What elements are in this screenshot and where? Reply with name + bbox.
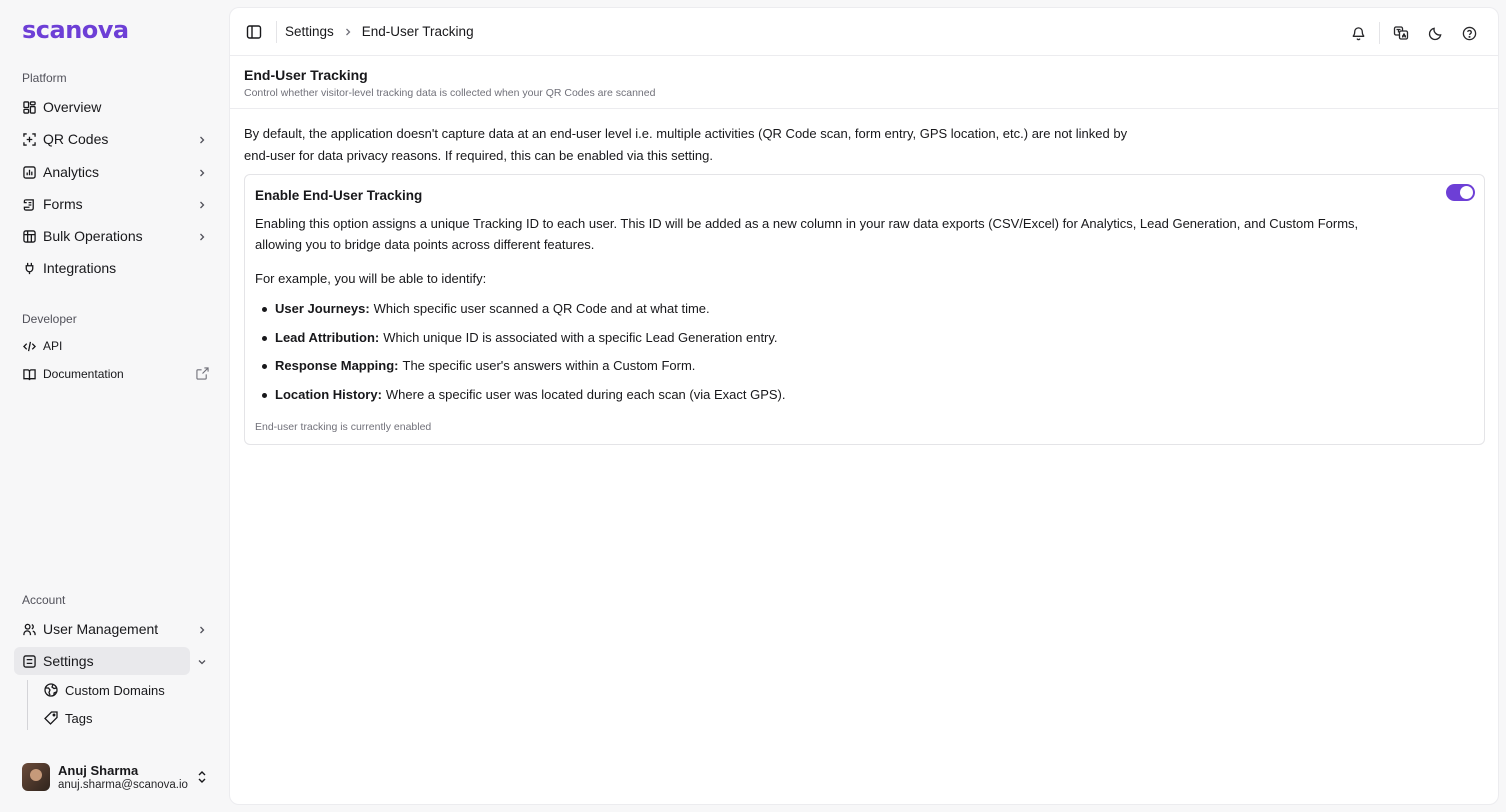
topbar-divider [276,21,277,43]
page-subtitle: Control whether visitor-level tracking d… [244,87,656,99]
tag-icon [44,711,58,725]
card-title: Enable End-User Tracking [255,188,423,203]
notification-bell-icon[interactable] [1349,24,1367,42]
chevron-right-icon [196,133,208,145]
page-title: End-User Tracking [244,67,368,83]
scanova-logo[interactable]: scanova [22,16,129,44]
section-label-developer: Developer [22,312,77,326]
bullet-dot [262,306,267,312]
bullet-text: Which unique ID is associated with a spe… [383,329,778,345]
bar-chart-icon [22,165,36,179]
sidebar-item-analytics[interactable]: Analytics [14,158,214,186]
plug-icon [22,261,36,275]
sidebar-item-label: User Management [43,621,159,637]
chevron-right-icon [196,198,208,210]
globe-icon [44,683,58,697]
chevron-right-icon [196,230,208,242]
sidebar-item-qr-codes[interactable]: QR Codes [14,125,214,153]
sidebar: scanova Platform Overview QR Codes Analy… [0,0,228,812]
bullet-term: Location History: [275,387,382,403]
settings-panel-icon [22,654,36,668]
sidebar-item-label: Bulk Operations [43,228,143,244]
bullet-text: Which specific user scanned a QR Code an… [373,301,710,316]
list-item: User Journeys: Which specific user scanne… [255,295,785,324]
topbar: Settings End-User Tracking [230,8,1498,56]
overview-grid-icon [22,100,36,114]
bullet-dot [262,364,267,370]
sidebar-item-settings[interactable]: Settings [14,647,206,675]
user-email: anuj.sharma@scanova.io [58,778,188,791]
user-menu[interactable]: Anuj Sharma anuj.sharma@scanova.io [22,761,218,793]
topbar-separator [1379,22,1380,44]
book-icon [22,367,36,381]
card-description: Enabling this option assigns a unique Tr… [255,216,1359,252]
sidebar-item-integrations[interactable]: Integrations [14,254,214,282]
sidebar-item-api[interactable]: API [14,332,214,360]
sidebar-item-label: Forms [43,196,83,212]
sidebar-item-user-management[interactable]: User Management [14,615,214,643]
sidebar-item-label: API [43,339,63,353]
qr-code-icon [22,132,36,146]
sidebar-item-label: Documentation [43,367,124,381]
code-icon [22,339,36,353]
toggle-knob [1460,186,1473,199]
bullet-term: Response Mapping: [275,358,399,374]
end-user-tracking-toggle[interactable] [1446,184,1475,201]
bullet-text: Where a specific user was located during… [385,387,786,403]
breadcrumb-settings-link[interactable]: Settings [285,24,334,39]
sidebar-subitem-tags[interactable]: Tags [36,705,92,731]
section-label-platform: Platform [22,71,67,85]
sidebar-item-overview[interactable]: Overview [14,93,214,121]
bullet-term: Lead Attribution: [275,329,380,345]
chevron-right-icon [343,27,353,37]
form-scroll-icon [22,197,36,211]
list-item: Response Mapping: The specific user's ans… [255,352,785,381]
benefits-list: User Journeys: Which specific user scanne… [255,295,785,410]
language-translate-icon[interactable] [1392,24,1410,42]
sidebar-item-label: Overview [43,99,102,115]
toggle-sidebar-button[interactable] [245,23,263,41]
list-item: Location History: Where a specific user w… [255,381,785,410]
sidebar-subitem-label: Custom Domains [65,682,165,698]
sidebar-item-label: Analytics [43,164,100,180]
sidebar-item-bulk-operations[interactable]: Bulk Operations [14,222,214,250]
chevron-down-icon [196,655,208,667]
intro-line: By default, the application doesn't capt… [244,126,1128,141]
breadcrumb-current: End-User Tracking [361,24,474,39]
tracking-status-text: End-user tracking is currently enabled [255,421,432,433]
breadcrumb: Settings End-User Tracking [285,24,474,39]
topbar-actions [1349,22,1478,44]
dark-mode-moon-icon[interactable] [1426,24,1444,42]
package-icon [22,229,36,243]
sidebar-item-label: Settings [43,653,94,669]
intro-text: By default, the application doesn't capt… [244,123,1184,167]
tracking-settings-card: Enable End-User Tracking Enabling this o… [244,174,1485,445]
help-circle-icon[interactable] [1460,24,1478,42]
bullet-text: The specific user's answers within a Cus… [402,358,696,374]
external-link-icon [196,367,209,380]
bullet-term: User Journeys: [275,301,370,316]
sidebar-item-documentation[interactable]: Documentation [14,360,214,388]
avatar [22,763,50,791]
bullet-dot [262,335,267,341]
chevrons-up-down-icon [196,770,208,784]
bullet-dot [262,392,267,398]
sidebar-subitem-custom-domains[interactable]: Custom Domains [36,677,165,703]
main-panel: Settings End-User Tracking End-User Trac… [229,7,1499,805]
list-item: Lead Attribution: Which unique ID is asso… [255,324,785,353]
sidebar-subitem-label: Tags [65,710,93,726]
users-icon [22,622,36,636]
page-header: End-User Tracking Control whether visito… [230,56,1498,109]
section-label-account: Account [22,593,66,607]
intro-line: end-user for data privacy reasons. If re… [244,148,713,163]
chevron-right-icon [196,166,208,178]
card-example-intro: For example, you will be able to identif… [255,271,487,286]
sidebar-item-forms[interactable]: Forms [14,190,214,218]
sidebar-item-label: Integrations [43,260,117,276]
sidebar-item-label: QR Codes [43,131,109,147]
submenu-guide-line [27,680,28,730]
user-name: Anuj Sharma [58,762,139,778]
chevron-right-icon [196,623,208,635]
